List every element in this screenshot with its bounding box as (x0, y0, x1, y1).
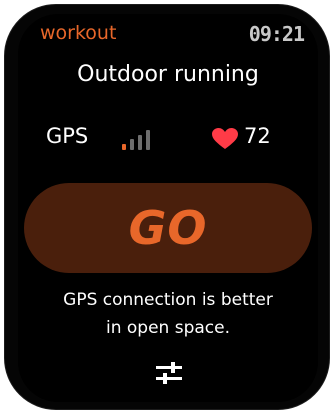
gps-hint-line-1: GPS connection is better (63, 290, 273, 310)
signal-bar (138, 134, 142, 150)
heart-icon (212, 128, 238, 149)
go-button[interactable]: GO (24, 183, 312, 273)
sliders-icon[interactable] (154, 358, 184, 388)
gps-hint-line-2: in open space. (105, 318, 230, 338)
signal-bar (122, 144, 126, 150)
gps-hint: GPS connection is better in open space. (18, 286, 318, 342)
workout-title: Outdoor running (77, 62, 259, 87)
signal-bar (146, 130, 150, 150)
status-row: GPS 72 (46, 122, 288, 152)
gps-label: GPS (46, 124, 89, 148)
heart-rate-value: 72 (244, 124, 271, 148)
go-button-label: GO (128, 201, 208, 255)
signal-bars-icon (122, 128, 154, 150)
watch-screen: workout 09:21 Outdoor running GPS 72 GO … (18, 14, 318, 402)
app-name: workout (40, 22, 117, 44)
clock-time: 09:21 (248, 22, 305, 46)
signal-bar (130, 139, 134, 150)
